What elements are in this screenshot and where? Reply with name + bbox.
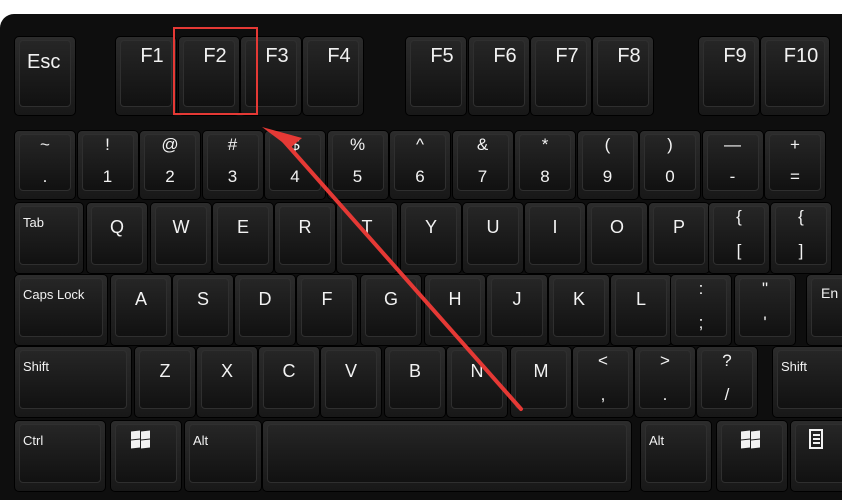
annotation-arrow [262, 127, 523, 411]
keyboard: Esc F1 F2 F3 F4 F5 F6 F7 F8 F9 F10 ~.! 1 @2 #3 $4% 5 ^ 6 & 7… [0, 0, 842, 500]
arrow-head [262, 127, 302, 148]
arrow-shaft [281, 138, 523, 411]
